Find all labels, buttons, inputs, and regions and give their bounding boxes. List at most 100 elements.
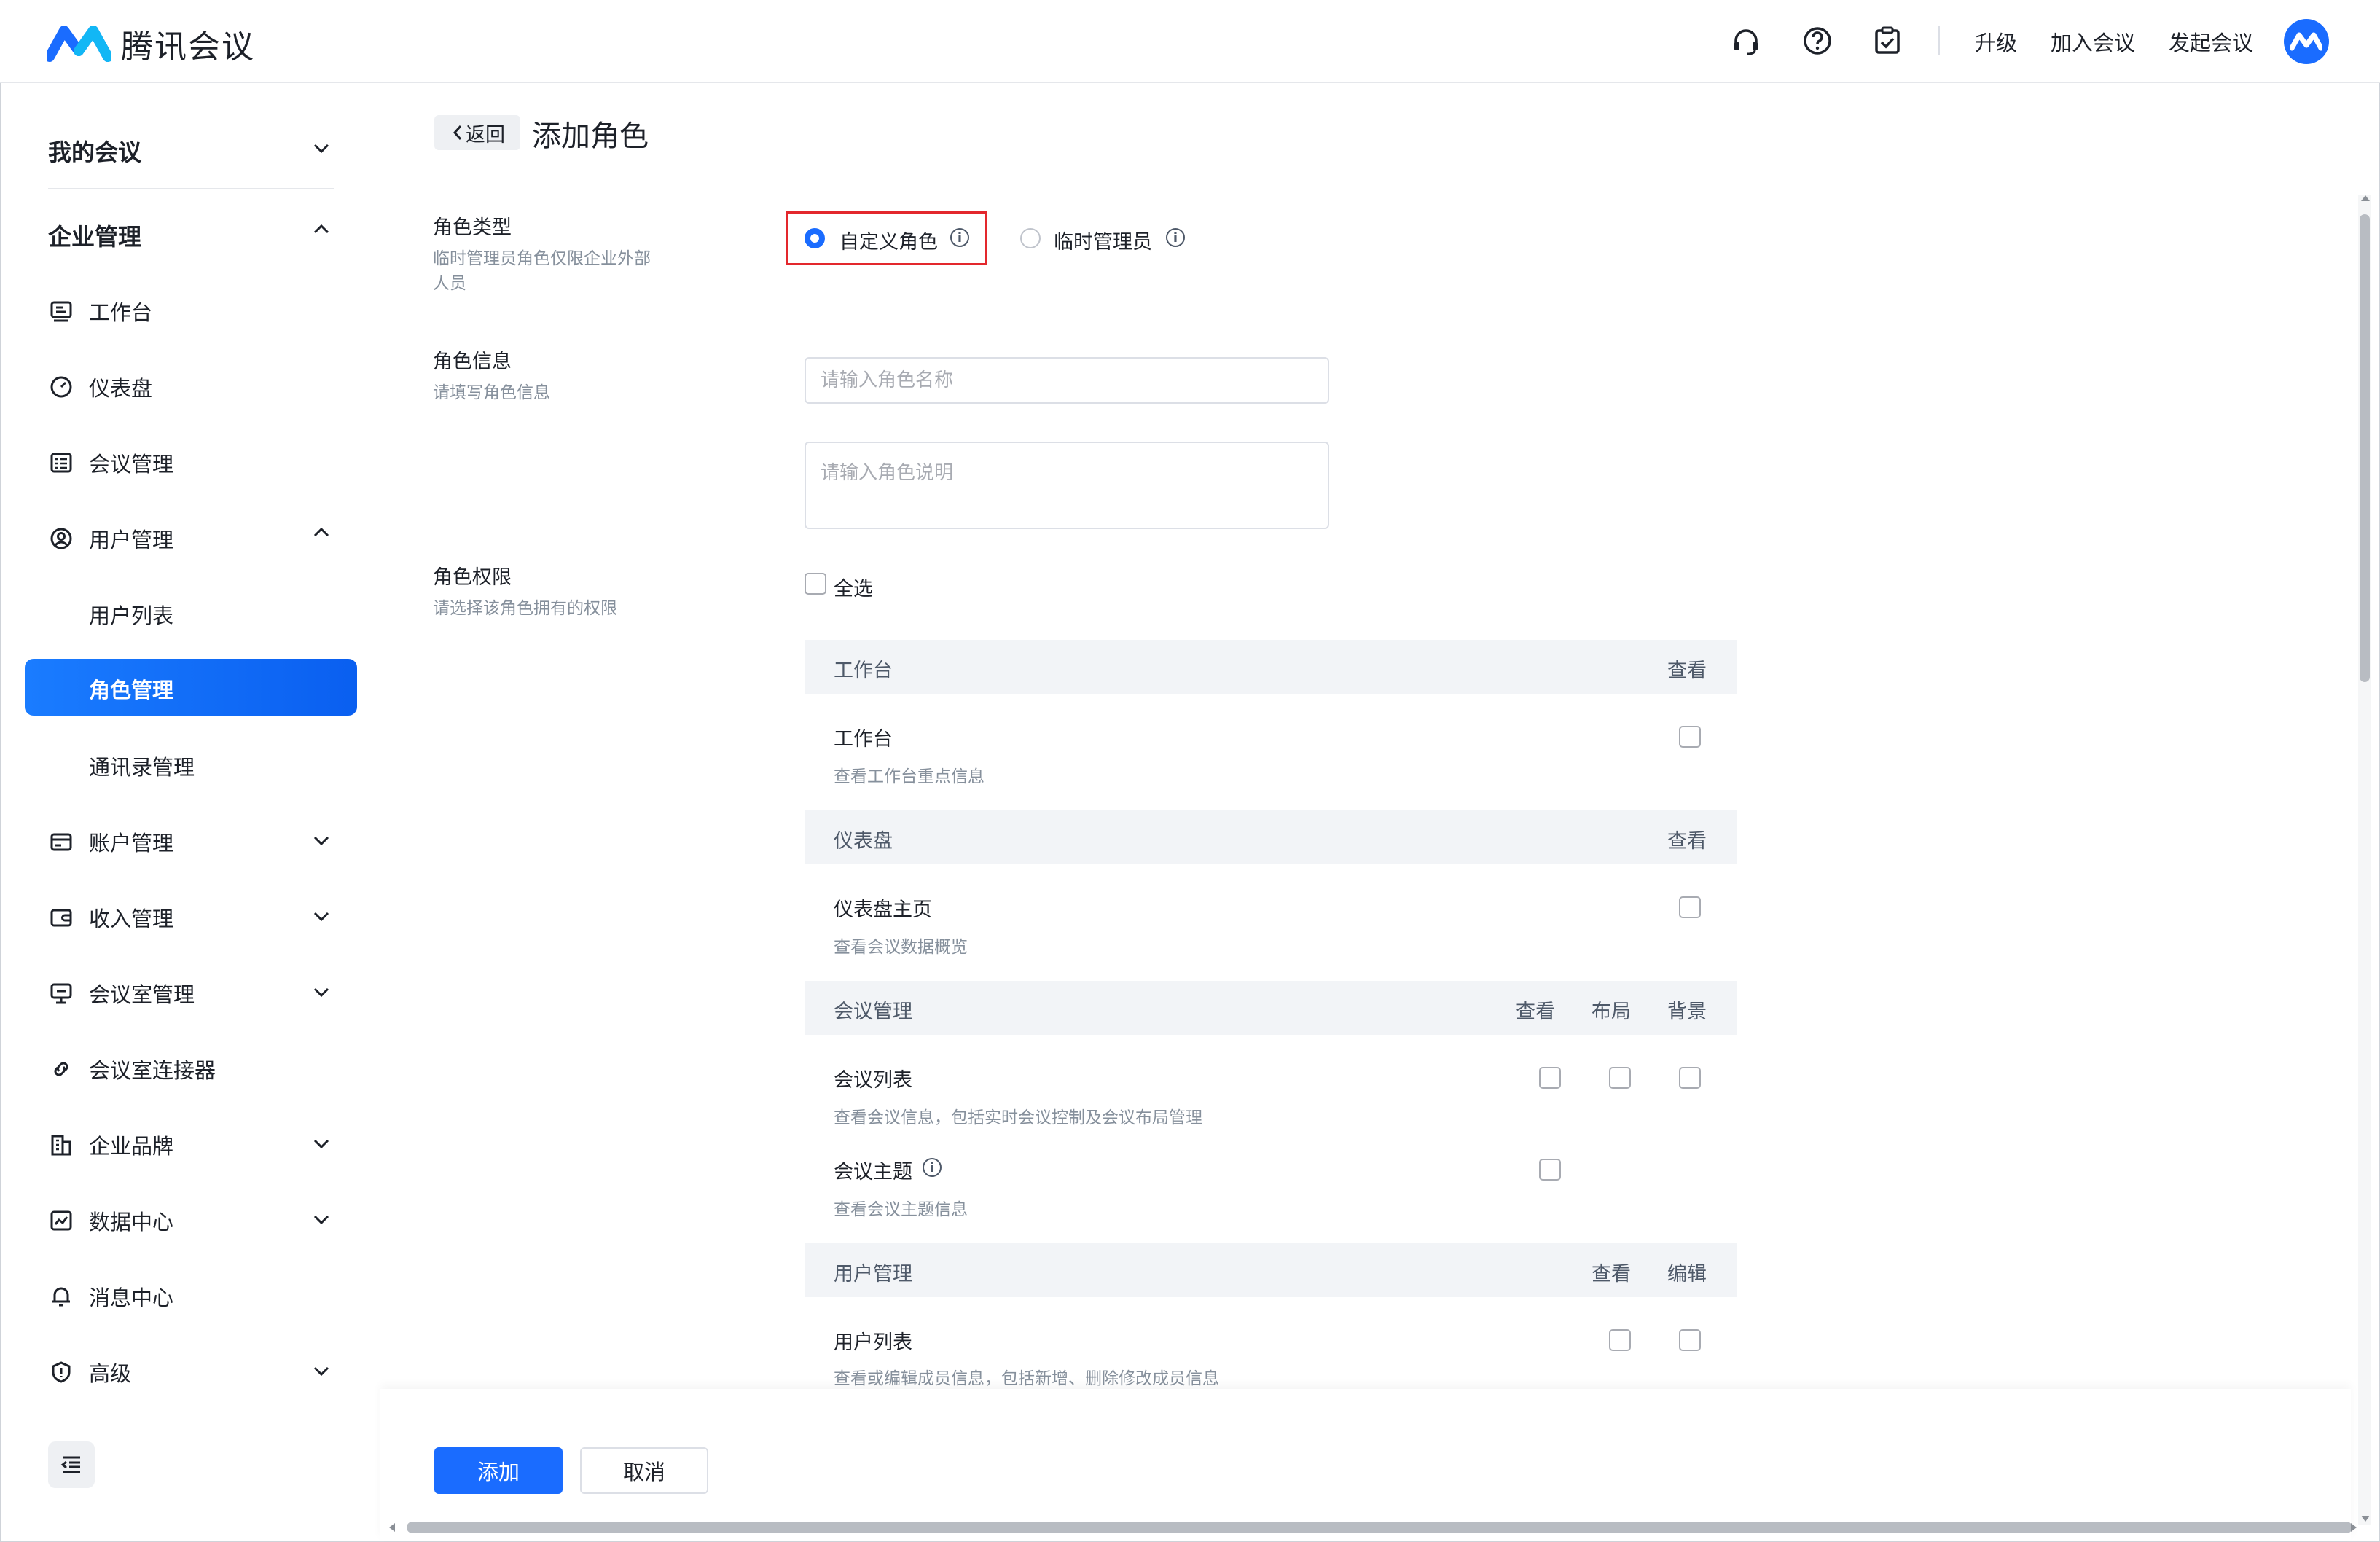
help-icon[interactable] xyxy=(1801,25,1833,57)
shield-icon xyxy=(52,1361,71,1383)
upgrade-link[interactable]: 升级 xyxy=(1975,26,2017,57)
radio-custom-role-label[interactable]: 自定义角色 xyxy=(839,226,938,254)
scroll-up-arrow-icon[interactable] xyxy=(2361,195,2370,201)
scroll-right-arrow-icon[interactable] xyxy=(2351,1523,2357,1532)
monitor-icon xyxy=(50,983,72,1004)
sidebar-item-contacts-mgmt[interactable]: 通讯录管理 xyxy=(89,751,195,781)
horizontal-scrollbar-thumb[interactable] xyxy=(407,1522,2352,1533)
join-meeting-link[interactable]: 加入会议 xyxy=(2051,26,2135,57)
back-button[interactable]: 返回 xyxy=(434,115,520,150)
sidebar-item-role-mgmt[interactable]: 角色管理 xyxy=(25,659,357,716)
chevron-down-icon[interactable] xyxy=(309,136,334,160)
perm-checkbox-workbench-view[interactable] xyxy=(1679,726,1701,748)
chevron-down-icon[interactable] xyxy=(309,904,334,928)
sidebar-item-label: 账户管理 xyxy=(89,831,174,856)
sidebar-item-label: 企业品牌 xyxy=(89,1134,174,1159)
role-name-input[interactable] xyxy=(805,357,1329,404)
clipboard-check-icon[interactable] xyxy=(1871,25,1903,57)
sidebar-item-label: 仪表盘 xyxy=(89,376,153,401)
col-header-view: 查看 xyxy=(1667,830,1707,853)
headset-icon[interactable] xyxy=(1730,25,1762,57)
app-logo[interactable]: 腾讯会议 xyxy=(47,20,255,67)
radio-temp-admin-label[interactable]: 临时管理员 xyxy=(1054,226,1152,254)
perm-checkbox-meeting-list-view[interactable] xyxy=(1539,1067,1561,1089)
sidebar-item-label: 会议室管理 xyxy=(89,982,195,1007)
sidebar-item-room-mgmt[interactable]: 会议室管理 xyxy=(48,978,195,1009)
perm-desc: 查看或编辑成员信息，包括新增、删除修改成员信息 xyxy=(834,1369,1219,1388)
role-description-input[interactable] xyxy=(805,442,1329,529)
perm-checkbox-meeting-list-layout[interactable] xyxy=(1609,1067,1631,1089)
scroll-down-arrow-icon[interactable] xyxy=(2361,1516,2370,1522)
window-frame xyxy=(0,0,2380,1542)
sidebar-item-label: 高级 xyxy=(89,1361,132,1386)
role-type-label: 角色类型 xyxy=(433,216,512,239)
perm-checkbox-meeting-list-background[interactable] xyxy=(1679,1067,1701,1089)
collapse-menu-icon xyxy=(60,1456,80,1473)
info-icon[interactable]: i xyxy=(923,1158,942,1177)
sidebar-divider xyxy=(48,188,334,189)
perm-name: 仪表盘主页 xyxy=(834,899,932,921)
sidebar-item-message-center[interactable]: 消息中心 xyxy=(48,1281,173,1312)
sidebar-collapse-button[interactable] xyxy=(48,1441,95,1488)
sidebar-item-user-mgmt[interactable]: 用户管理 xyxy=(48,523,173,554)
perm-checkbox-dashboard-view[interactable] xyxy=(1679,896,1701,918)
role-info-label: 角色信息 xyxy=(433,351,512,373)
col-header-view: 查看 xyxy=(1516,1001,1555,1023)
select-all-checkbox[interactable] xyxy=(805,573,826,595)
vertical-scrollbar-thumb[interactable] xyxy=(2360,214,2370,682)
perm-name: 工作台 xyxy=(834,728,893,751)
sidebar-item-workbench[interactable]: 工作台 xyxy=(48,296,152,326)
chevron-up-icon[interactable] xyxy=(309,520,334,545)
radio-temp-admin[interactable] xyxy=(1020,228,1041,248)
chevron-up-icon[interactable] xyxy=(309,217,334,242)
user-avatar[interactable] xyxy=(2284,19,2329,64)
cancel-button[interactable]: 取消 xyxy=(580,1447,708,1494)
info-icon[interactable]: i xyxy=(950,228,969,247)
perm-section-dashboard: 仪表盘 查看 xyxy=(805,810,1737,864)
sidebar-item-dashboard[interactable]: 仪表盘 xyxy=(48,372,152,402)
sidebar-item-meeting-mgmt[interactable]: 会议管理 xyxy=(48,447,173,478)
sidebar-item-data-center[interactable]: 数据中心 xyxy=(48,1205,173,1236)
sidebar-item-brand[interactable]: 企业品牌 xyxy=(48,1130,173,1160)
nav-enterprise[interactable]: 企业管理 xyxy=(48,219,141,252)
info-icon[interactable]: i xyxy=(1166,228,1185,247)
start-meeting-link[interactable]: 发起会议 xyxy=(2169,26,2253,57)
add-button[interactable]: 添加 xyxy=(434,1447,563,1494)
sidebar-item-account-mgmt[interactable]: 账户管理 xyxy=(48,826,173,857)
perm-checkbox-meeting-theme-view[interactable] xyxy=(1539,1159,1561,1181)
col-header-view: 查看 xyxy=(1667,660,1707,682)
bell-icon xyxy=(52,1287,70,1307)
app-name: 腾讯会议 xyxy=(121,28,255,66)
chevron-down-icon[interactable] xyxy=(309,979,334,1004)
nav-my-meetings[interactable]: 我的会议 xyxy=(48,134,141,168)
back-label: 返回 xyxy=(466,123,505,146)
sidebar-item-label: 消息中心 xyxy=(89,1285,174,1310)
page-title: 添加角色 xyxy=(532,120,649,153)
perm-section-workbench: 工作台 查看 xyxy=(805,640,1737,694)
perm-desc: 查看会议数据概览 xyxy=(834,938,968,957)
col-header-background: 背景 xyxy=(1667,1001,1707,1023)
link-icon xyxy=(54,1062,68,1076)
sidebar-item-room-connector[interactable]: 会议室连接器 xyxy=(48,1054,216,1084)
perm-checkbox-user-list-view[interactable] xyxy=(1609,1329,1631,1351)
sidebar-item-revenue-mgmt[interactable]: 收入管理 xyxy=(48,902,173,933)
perm-desc: 查看会议信息，包括实时会议控制及会议布局管理 xyxy=(834,1108,1202,1127)
building-icon xyxy=(51,1135,71,1156)
select-all-label[interactable]: 全选 xyxy=(834,573,873,601)
role-type-desc: 临时管理员角色仅限企业外部人员 xyxy=(433,249,651,293)
perm-name: 用户列表 xyxy=(834,1331,912,1354)
scroll-left-arrow-icon[interactable] xyxy=(389,1523,395,1532)
section-title: 会议管理 xyxy=(834,1001,912,1023)
sidebar-item-user-list[interactable]: 用户列表 xyxy=(89,599,173,630)
section-title: 仪表盘 xyxy=(834,830,893,853)
perm-checkbox-user-list-edit[interactable] xyxy=(1679,1329,1701,1351)
chevron-down-icon[interactable] xyxy=(309,1358,334,1383)
perm-section-meeting-mgmt: 会议管理 查看 布局 背景 xyxy=(805,981,1737,1035)
radio-custom-role[interactable] xyxy=(805,228,825,248)
sidebar-item-label: 收入管理 xyxy=(89,907,174,931)
chevron-down-icon[interactable] xyxy=(309,1207,334,1232)
sidebar-item-label: 角色管理 xyxy=(89,678,174,702)
chevron-down-icon[interactable] xyxy=(309,1131,334,1156)
sidebar-item-advanced[interactable]: 高级 xyxy=(48,1357,131,1388)
chevron-down-icon[interactable] xyxy=(309,828,334,853)
